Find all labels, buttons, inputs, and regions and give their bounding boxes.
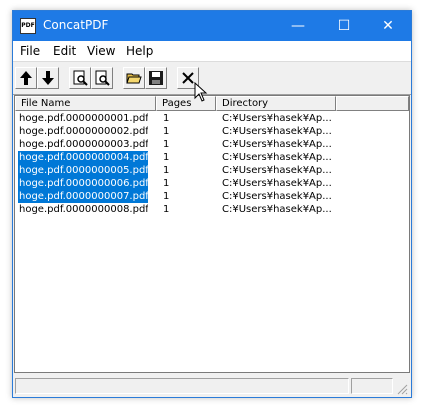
- menu-help[interactable]: Help: [126, 44, 153, 58]
- preview-pdf-icon: [73, 70, 88, 86]
- directory-cell: C:¥Users¥hasek¥Ap...: [222, 113, 332, 124]
- move-up-icon: [20, 71, 32, 85]
- status-pane-secondary: [351, 378, 393, 394]
- app-icon: PDF: [20, 18, 36, 34]
- directory-cell: C:¥Users¥hasek¥Ap...: [222, 126, 332, 137]
- file-name-cell: hoge.pdf.0000000004.pdf: [18, 151, 148, 164]
- file-name-cell: hoge.pdf.0000000006.pdf: [18, 177, 148, 190]
- title-bar[interactable]: PDF ConcatPDF — ☐ ✕: [13, 11, 411, 41]
- pages-cell: 1: [163, 113, 170, 124]
- list-header: File Name Pages Directory: [15, 96, 409, 111]
- directory-cell: C:¥Users¥hasek¥Ap...: [222, 178, 332, 189]
- menu-file[interactable]: File: [20, 44, 40, 58]
- column-header-file-name[interactable]: File Name: [15, 96, 156, 111]
- save-button[interactable]: [145, 67, 167, 89]
- column-header-directory[interactable]: Directory: [216, 96, 336, 111]
- window-title: ConcatPDF: [43, 18, 109, 32]
- pages-cell: 1: [163, 126, 170, 137]
- list-row[interactable]: hoge.pdf.0000000005.pdf 1 C:¥Users¥hasek¥A…: [15, 164, 409, 177]
- preview-pdf-icon: [95, 70, 110, 86]
- column-header-empty: [336, 96, 409, 111]
- save-icon: [149, 71, 163, 85]
- list-row[interactable]: hoge.pdf.0000000002.pdf 1 C:¥Users¥hasek¥A…: [15, 125, 409, 138]
- list-rows: hoge.pdf.0000000001.pdf 1 C:¥Users¥hasek¥A…: [15, 112, 409, 216]
- file-list[interactable]: File Name Pages Directory hoge.pdf.00000…: [14, 95, 410, 373]
- pages-cell: 1: [163, 204, 170, 215]
- minimize-button[interactable]: —: [275, 11, 321, 41]
- pages-cell: 1: [163, 165, 170, 176]
- menu-bar: File Edit View Help: [13, 41, 411, 62]
- open-folder-icon: [126, 73, 142, 84]
- file-name-cell: hoge.pdf.0000000005.pdf: [18, 164, 148, 177]
- file-name-cell: hoge.pdf.0000000001.pdf: [19, 113, 148, 124]
- directory-cell: C:¥Users¥hasek¥Ap...: [222, 204, 332, 215]
- app-window: PDF ConcatPDF — ☐ ✕ File Edit View Help: [12, 10, 412, 398]
- status-pane-main: [15, 378, 349, 394]
- file-name-cell: hoge.pdf.0000000007.pdf: [18, 190, 148, 203]
- maximize-button[interactable]: ☐: [321, 11, 367, 41]
- file-name-cell: hoge.pdf.0000000003.pdf: [19, 139, 148, 150]
- pages-cell: 1: [163, 152, 170, 163]
- move-down-button[interactable]: [37, 67, 59, 89]
- list-row[interactable]: hoge.pdf.0000000003.pdf 1 C:¥Users¥hasek¥A…: [15, 138, 409, 151]
- pages-cell: 1: [163, 139, 170, 150]
- preview-page-button[interactable]: [91, 67, 113, 89]
- menu-edit[interactable]: Edit: [53, 44, 76, 58]
- list-row[interactable]: hoge.pdf.0000000004.pdf 1 C:¥Users¥hasek¥A…: [15, 151, 409, 164]
- mouse-cursor-icon: [194, 82, 208, 102]
- directory-cell: C:¥Users¥hasek¥Ap...: [222, 152, 332, 163]
- directory-cell: C:¥Users¥hasek¥Ap...: [222, 165, 332, 176]
- list-row[interactable]: hoge.pdf.0000000001.pdf 1 C:¥Users¥hasek¥A…: [15, 112, 409, 125]
- open-button[interactable]: [123, 67, 145, 89]
- toolbar: [13, 62, 411, 95]
- directory-cell: C:¥Users¥hasek¥Ap...: [222, 191, 332, 202]
- file-name-cell: hoge.pdf.0000000008.pdf: [19, 204, 148, 215]
- resize-grip-icon[interactable]: [397, 384, 408, 395]
- directory-cell: C:¥Users¥hasek¥Ap...: [222, 139, 332, 150]
- close-button[interactable]: ✕: [365, 11, 411, 41]
- list-row[interactable]: hoge.pdf.0000000007.pdf 1 C:¥Users¥hasek¥A…: [15, 190, 409, 203]
- list-row[interactable]: hoge.pdf.0000000006.pdf 1 C:¥Users¥hasek¥A…: [15, 177, 409, 190]
- move-up-button[interactable]: [15, 67, 37, 89]
- pages-cell: 1: [163, 191, 170, 202]
- status-bar: [14, 375, 410, 397]
- pages-cell: 1: [163, 178, 170, 189]
- list-row[interactable]: hoge.pdf.0000000008.pdf 1 C:¥Users¥hasek¥A…: [15, 203, 409, 216]
- move-down-icon: [42, 71, 54, 85]
- preview-button[interactable]: [69, 67, 91, 89]
- file-name-cell: hoge.pdf.0000000002.pdf: [19, 126, 148, 137]
- menu-view[interactable]: View: [87, 44, 115, 58]
